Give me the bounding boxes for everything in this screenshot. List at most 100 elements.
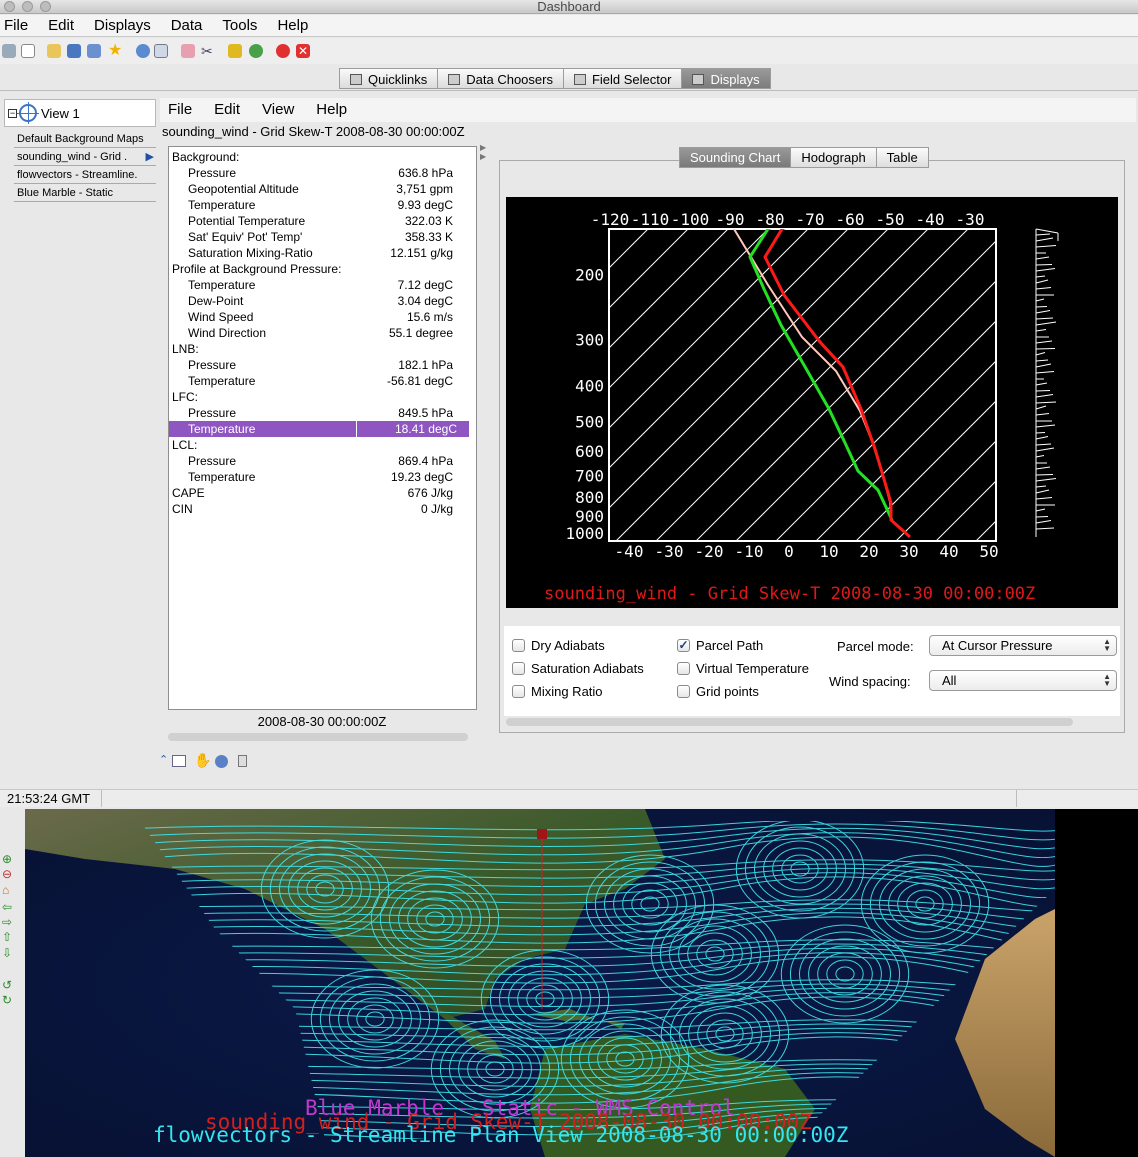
pan-right-icon[interactable]: ⇨: [2, 916, 16, 928]
pencil-icon[interactable]: [228, 44, 242, 58]
info-row[interactable]: Saturation Mixing-Ratio 12.151 g/kg: [169, 245, 469, 261]
home-icon[interactable]: ⌂: [2, 884, 16, 896]
favorite-star-icon[interactable]: ★: [108, 43, 122, 59]
info-row[interactable]: Pressure 849.5 hPa: [169, 405, 469, 421]
info-row[interactable]: Wind Direction 55.1 degree: [169, 325, 469, 341]
info-row[interactable]: Temperature 7.12 degC: [169, 277, 469, 293]
checkbox-box[interactable]: [512, 639, 525, 652]
collapse-up-icon[interactable]: ⌃: [159, 753, 168, 766]
menu-edit[interactable]: Edit: [48, 15, 74, 34]
info-horizontal-scrollbar[interactable]: [168, 733, 468, 741]
info-row[interactable]: Sat' Equiv' Pot' Temp' 358.33 K: [169, 229, 469, 245]
layer-item[interactable]: Blue Marble - Static: [14, 185, 156, 202]
info-row[interactable]: Dew-Point 3.04 degC: [169, 293, 469, 309]
exit-icon[interactable]: [2, 44, 16, 58]
tab-hodograph[interactable]: Hodograph: [790, 147, 876, 168]
scissors-icon[interactable]: ✂: [201, 44, 215, 58]
info-row[interactable]: Temperature 18.41 degC: [169, 421, 469, 437]
tab-displays[interactable]: Displays: [681, 68, 771, 89]
pan-up-icon[interactable]: ⇧: [2, 931, 16, 943]
tab-table[interactable]: Table: [875, 147, 929, 168]
grid-points-checkbox[interactable]: Grid points: [677, 684, 759, 699]
open-folder-icon[interactable]: [47, 44, 61, 58]
info-icon[interactable]: [215, 755, 228, 768]
close-red-icon[interactable]: ✕: [296, 44, 310, 58]
top-tick-label: -90: [716, 210, 745, 229]
info-row[interactable]: Temperature 19.23 degC: [169, 469, 469, 485]
info-row[interactable]: CIN 0 J/kg: [169, 501, 469, 517]
new-window-icon[interactable]: [21, 44, 35, 58]
parcel-path-checkbox[interactable]: ✓ Parcel Path: [677, 638, 763, 653]
globe-icon[interactable]: [249, 44, 263, 58]
pan-down-icon[interactable]: ⇩: [2, 947, 16, 959]
help-icon[interactable]: [136, 44, 150, 58]
pan-left-icon[interactable]: ⇦: [2, 901, 16, 913]
menu-help[interactable]: Help: [277, 15, 308, 34]
layer-item[interactable]: Default Background Maps: [14, 131, 156, 148]
display-menu-help[interactable]: Help: [316, 98, 347, 118]
display-menu-edit[interactable]: Edit: [214, 98, 240, 118]
view-header[interactable]: − View 1: [4, 99, 156, 127]
info-row[interactable]: Temperature -56.81 degC: [169, 373, 469, 389]
layer-expand-arrow-icon[interactable]: ▶: [146, 149, 154, 165]
rotate-left-icon[interactable]: ↺: [2, 979, 16, 991]
stop-red-icon[interactable]: [276, 44, 290, 58]
collapse-icon[interactable]: −: [8, 108, 17, 118]
tab-sounding-chart[interactable]: Sounding Chart: [679, 147, 791, 168]
checkbox-box[interactable]: [512, 685, 525, 698]
info-row[interactable]: LCL:: [169, 437, 469, 453]
new-view-icon[interactable]: [172, 755, 186, 767]
zoom-in-icon[interactable]: ⊕: [2, 853, 16, 865]
info-row[interactable]: LFC:: [169, 389, 469, 405]
checkbox-box-checked[interactable]: ✓: [677, 639, 690, 652]
info-row[interactable]: CAPE 676 J/kg: [169, 485, 469, 501]
tab-quicklinks[interactable]: Quicklinks: [339, 68, 438, 89]
zoom-window-icon[interactable]: [40, 1, 51, 12]
info-row[interactable]: Pressure 869.4 hPa: [169, 453, 469, 469]
minimize-window-icon[interactable]: [22, 1, 33, 12]
checkbox-box[interactable]: [512, 662, 525, 675]
checkbox-box[interactable]: [677, 685, 690, 698]
close-window-icon[interactable]: [4, 1, 15, 12]
info-row[interactable]: Pressure 182.1 hPa: [169, 357, 469, 373]
save-icon[interactable]: [67, 44, 81, 58]
skewt-chart[interactable]: -120 -110 -100 -90 -80 -70 -60 -50 -40 -30 -40 -30…: [506, 197, 1118, 608]
map-canvas[interactable]: Blue Marble - Static - WMS Control sound…: [25, 809, 1138, 1157]
checkbox-box[interactable]: [677, 662, 690, 675]
info-row[interactable]: Profile at Background Pressure:: [169, 261, 469, 277]
controls-horizontal-scrollbar[interactable]: [506, 718, 1073, 726]
info-row[interactable]: LNB:: [169, 341, 469, 357]
menu-displays[interactable]: Displays: [94, 15, 151, 34]
info-row[interactable]: Geopotential Altitude 3,751 gpm: [169, 181, 469, 197]
eraser-icon[interactable]: [181, 44, 195, 58]
wind-spacing-select[interactable]: All ▲ ▼: [929, 670, 1117, 691]
info-row[interactable]: Wind Speed 15.6 m/s: [169, 309, 469, 325]
tab-field-selector[interactable]: Field Selector: [562, 68, 682, 89]
mail-icon[interactable]: [154, 44, 168, 58]
menu-file[interactable]: File: [4, 15, 28, 34]
hand-icon[interactable]: ✋: [194, 752, 211, 769]
virtual-temperature-checkbox[interactable]: Virtual Temperature: [677, 661, 809, 676]
info-row[interactable]: Potential Temperature 322.03 K: [169, 213, 469, 229]
layer-item[interactable]: sounding_wind - Grid . ▶: [14, 149, 156, 166]
info-row[interactable]: Background:: [169, 149, 469, 165]
save-all-icon[interactable]: [87, 44, 101, 58]
dry-adiabats-checkbox[interactable]: Dry Adiabats: [512, 638, 605, 653]
parcel-mode-select[interactable]: At Cursor Pressure ▲ ▼: [929, 635, 1117, 656]
tab-data-choosers[interactable]: Data Choosers: [437, 68, 563, 89]
layer-item[interactable]: flowvectors - Streamline.: [14, 167, 156, 184]
info-row[interactable]: Pressure 636.8 hPa: [169, 165, 469, 181]
display-menu-file[interactable]: File: [168, 98, 192, 118]
wind-barb: [1035, 489, 1050, 494]
rotate-right-icon[interactable]: ↻: [2, 994, 16, 1006]
wind-spacing-label: Wind spacing:: [829, 674, 911, 689]
menu-tools[interactable]: Tools: [222, 15, 257, 34]
menu-data[interactable]: Data: [171, 15, 203, 34]
info-row[interactable]: Temperature 9.93 degC: [169, 197, 469, 213]
mixing-ratio-checkbox[interactable]: Mixing Ratio: [512, 684, 603, 699]
split-arrows-icon[interactable]: ▶ ▶: [480, 143, 486, 161]
zoom-out-icon[interactable]: ⊖: [2, 868, 16, 880]
display-menu-view[interactable]: View: [262, 98, 294, 118]
saturation-adiabats-checkbox[interactable]: Saturation Adiabats: [512, 661, 644, 676]
trash-icon[interactable]: [238, 755, 247, 767]
